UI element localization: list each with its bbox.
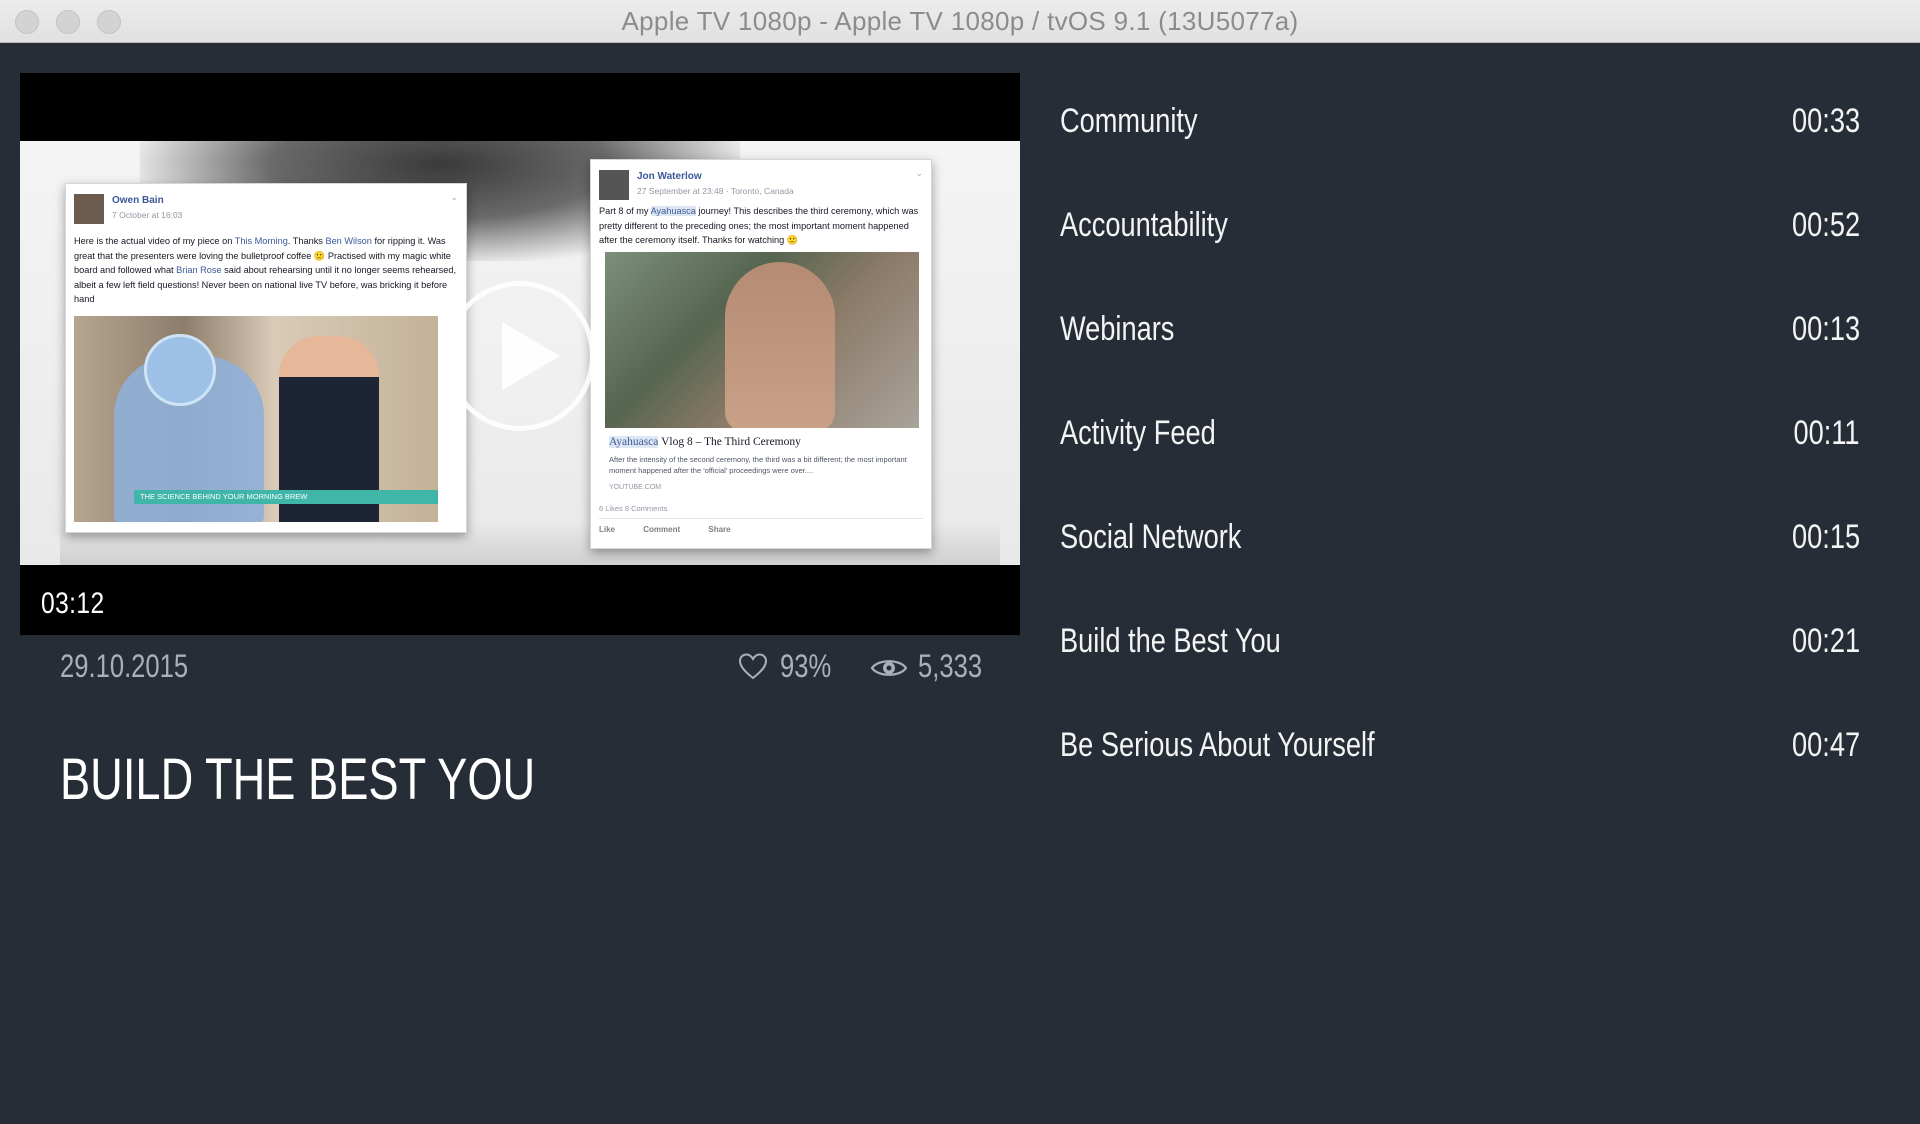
playlist-item-duration: 00:21 xyxy=(1791,622,1860,660)
post-date: 7 October at 16:03 xyxy=(112,210,183,220)
thumbnail-post-right: Jon Waterlow 27 September at 23:48 · Tor… xyxy=(590,159,932,549)
playlist-item-title: Community xyxy=(1060,102,1198,140)
playlist-item-title: Build the Best You xyxy=(1060,622,1281,660)
link-description: After the intensity of the second ceremo… xyxy=(609,455,907,475)
playlist-item-duration: 00:47 xyxy=(1791,726,1860,764)
playlist-item-duration: 00:33 xyxy=(1791,102,1860,140)
video-duration: 03:12 xyxy=(41,587,105,620)
playlist-item[interactable]: Be Serious About Yourself 00:47 xyxy=(1060,704,1860,808)
playlist-item-duration: 00:13 xyxy=(1791,310,1860,348)
playlist-item-title: Social Network xyxy=(1060,518,1242,556)
playlist-item-title: Webinars xyxy=(1060,310,1175,348)
post-author: Owen Bain xyxy=(112,195,164,206)
post-actions: Like Comment Share xyxy=(599,518,923,534)
playlist-item[interactable]: Community 00:33 xyxy=(1060,80,1860,184)
playlist-item-duration: 00:52 xyxy=(1791,206,1860,244)
link-source: YOUTUBE.COM xyxy=(609,484,662,491)
post-text: Part 8 of my Ayahuasca journey! This des… xyxy=(599,206,919,245)
thumbnail-post-left: Owen Bain 7 October at 16:03 ⌄ Here is t… xyxy=(65,183,467,533)
heart-icon xyxy=(738,653,768,680)
video-title: BUILD THE BEST YOU xyxy=(60,747,536,812)
post-image: THE SCIENCE BEHIND YOUR MORNING BREW xyxy=(74,316,438,522)
link-title: Ayahuasca Vlog 8 – The Third Ceremony xyxy=(609,436,801,448)
playlist-item-duration: 00:15 xyxy=(1791,518,1860,556)
likes-value: 93% xyxy=(780,648,832,684)
like-action: Like xyxy=(599,525,616,534)
post-author: Jon Waterlow xyxy=(637,171,702,182)
eye-icon xyxy=(870,660,908,676)
post-video-image xyxy=(605,252,919,428)
playlist-item-duration: 00:11 xyxy=(1793,414,1860,452)
post-date: 27 September at 23:48 · Toronto, Canada xyxy=(637,186,794,196)
video-thumbnail: Owen Bain 7 October at 16:03 ⌄ Here is t… xyxy=(20,141,1020,565)
tv-caption: THE SCIENCE BEHIND YOUR MORNING BREW xyxy=(134,490,438,504)
views-value: 5,333 xyxy=(918,648,983,684)
avatar xyxy=(599,170,629,200)
window-title: Apple TV 1080p - Apple TV 1080p / tvOS 9… xyxy=(621,6,1299,36)
playlist-item-title: Accountability xyxy=(1060,206,1228,244)
playlist-item[interactable]: Webinars 00:13 xyxy=(1060,288,1860,392)
share-action: Share xyxy=(708,525,731,534)
avatar xyxy=(74,194,104,224)
video-player[interactable]: Owen Bain 7 October at 16:03 ⌄ Here is t… xyxy=(20,73,1020,635)
chevron-down-icon: ⌄ xyxy=(915,168,923,178)
playlist-item-title: Be Serious About Yourself xyxy=(1060,726,1375,764)
play-button[interactable] xyxy=(445,281,595,431)
playlist-item-title: Activity Feed xyxy=(1060,414,1216,452)
play-icon xyxy=(502,322,560,390)
chevron-down-icon: ⌄ xyxy=(450,192,458,202)
video-date: 29.10.2015 xyxy=(60,648,189,684)
window-titlebar: Apple TV 1080p - Apple TV 1080p / tvOS 9… xyxy=(0,0,1920,43)
playlist-item[interactable]: Social Network 00:15 xyxy=(1060,496,1860,600)
post-stats: 6 Likes 8 Comments xyxy=(599,504,668,513)
post-text: Here is the actual video of my piece on … xyxy=(74,236,457,304)
playlist-item[interactable]: Build the Best You 00:21 xyxy=(1060,600,1860,704)
playlist-item[interactable]: Accountability 00:52 xyxy=(1060,184,1860,288)
comment-action: Comment xyxy=(643,525,681,534)
playlist-item[interactable]: Activity Feed 00:11 xyxy=(1060,392,1860,496)
